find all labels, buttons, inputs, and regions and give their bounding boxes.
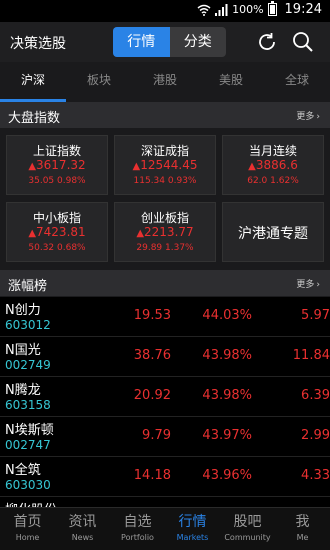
bottom-nav: 首页 Home 资讯 News 自选 Portfolio 行情 Markets 股吧 Co… xyxy=(0,507,330,550)
up-arrow-icon: ▲ xyxy=(248,161,256,172)
index-section-header: 大盘指数 更多 › xyxy=(0,102,330,128)
chevron-right-icon: › xyxy=(316,112,320,122)
table-row[interactable]: N腾龙 603158 20.92 43.98% 6.39 xyxy=(0,377,330,417)
tab-global[interactable]: 全球 xyxy=(264,62,330,102)
up-arrow-icon: ▲ xyxy=(136,228,145,239)
hk-connect-card[interactable]: 沪港通专题 xyxy=(222,202,324,262)
index-card[interactable]: 上证指数 ▲3617.32 35.05 0.98% xyxy=(6,135,108,195)
gainers-more-link[interactable]: 更多 › xyxy=(296,277,320,290)
signal-icon xyxy=(215,3,228,16)
index-card[interactable]: 深证成指 ▲12544.45 115.34 0.93% xyxy=(114,135,216,195)
refresh-icon[interactable] xyxy=(256,31,278,53)
index-section-title: 大盘指数 xyxy=(8,111,61,126)
table-row[interactable]: N创力 603012 19.53 44.03% 5.97 xyxy=(0,297,330,337)
tab-sectors[interactable]: 板块 xyxy=(66,62,132,102)
tab-us-stocks[interactable]: 美股 xyxy=(198,62,264,102)
status-bar: 100% 19:24 xyxy=(0,0,330,22)
title-bar: 决策选股 行情 分类 xyxy=(0,22,330,62)
segment-category[interactable]: 分类 xyxy=(170,27,227,57)
segment-quotes[interactable]: 行情 xyxy=(113,27,170,57)
table-row[interactable]: N埃斯顿 002747 9.79 43.97% 2.99 xyxy=(0,417,330,457)
index-card[interactable]: 中小板指 ▲7423.81 50.32 0.68% xyxy=(6,202,108,262)
nav-me[interactable]: 我 Me xyxy=(275,508,330,550)
table-row[interactable]: N国光 002749 38.76 43.98% 11.84 xyxy=(0,337,330,377)
index-more-link[interactable]: 更多 › xyxy=(296,109,320,122)
up-arrow-icon: ▲ xyxy=(28,228,37,239)
battery-percent: 100% xyxy=(232,3,264,16)
tab-shanghai-shenzhen[interactable]: 沪深 xyxy=(0,62,66,102)
nav-portfolio[interactable]: 自选 Portfolio xyxy=(110,508,165,550)
segment-control: 行情 分类 xyxy=(113,27,226,57)
clock: 19:24 xyxy=(284,2,322,17)
index-card[interactable]: 当月连续 ▲3886.6 62.0 1.62% xyxy=(222,135,324,195)
nav-news[interactable]: 资讯 News xyxy=(55,508,110,550)
wifi-icon xyxy=(197,4,211,16)
up-arrow-icon: ▲ xyxy=(28,161,37,172)
page-title: 决策选股 xyxy=(10,36,66,52)
battery-icon xyxy=(267,1,277,16)
nav-community[interactable]: 股吧 Community xyxy=(220,508,275,550)
chevron-right-icon: › xyxy=(316,280,320,290)
market-tabs: 沪深 板块 港股 美股 全球 xyxy=(0,62,330,102)
table-row[interactable]: N全筑 603030 14.18 43.96% 4.33 xyxy=(0,457,330,497)
search-icon[interactable] xyxy=(292,31,314,53)
gainers-section-header: 涨幅榜 更多 › xyxy=(0,270,330,296)
index-grid: 上证指数 ▲3617.32 35.05 0.98% 深证成指 ▲12544.45… xyxy=(0,128,330,270)
gainers-list: N创力 603012 19.53 44.03% 5.97 N国光 002749 38.7… xyxy=(0,297,330,509)
nav-home[interactable]: 首页 Home xyxy=(0,508,55,550)
index-card[interactable]: 创业板指 ▲2213.77 29.89 1.37% xyxy=(114,202,216,262)
nav-markets[interactable]: 行情 Markets xyxy=(165,508,220,550)
tab-hk-stocks[interactable]: 港股 xyxy=(132,62,198,102)
gainers-section-title: 涨幅榜 xyxy=(8,279,48,294)
